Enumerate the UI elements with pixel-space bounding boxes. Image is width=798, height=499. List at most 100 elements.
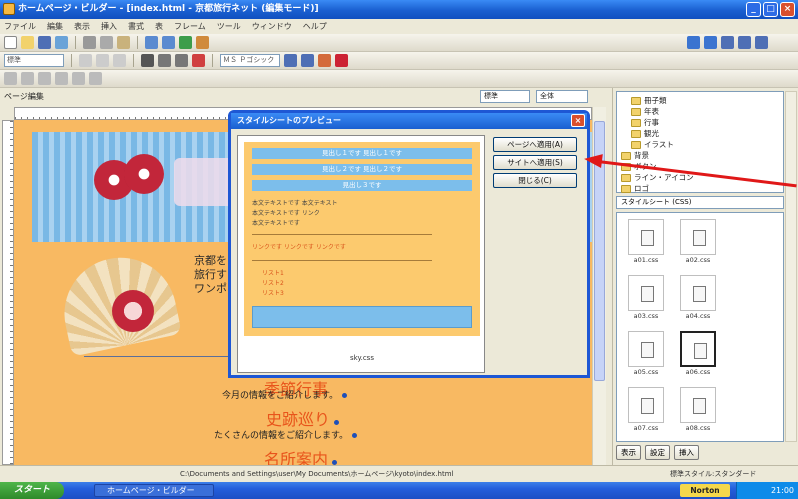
panel-settings-button[interactable]: 設定 xyxy=(645,445,670,460)
maximize-button[interactable]: □ xyxy=(763,2,778,17)
table-icon[interactable] xyxy=(755,36,768,49)
preview-rule xyxy=(252,234,432,235)
preview-list-item: リスト1 xyxy=(262,270,284,277)
preview-heading2: 見出し２です 見出し２です xyxy=(252,164,472,175)
tab-page-edit[interactable]: ページ編集 xyxy=(4,92,44,101)
preview-icon[interactable] xyxy=(687,36,700,49)
style-icon[interactable] xyxy=(318,54,331,67)
align-center-icon[interactable] xyxy=(96,54,109,67)
radio-icon[interactable] xyxy=(72,72,85,85)
form-icon[interactable] xyxy=(4,72,17,85)
tree-item[interactable]: イラスト xyxy=(631,139,783,150)
window-title-bar[interactable]: ホームページ・ビルダー - [index.html - 京都旅行ネット (編集モ… xyxy=(0,0,798,19)
dialog-title-bar[interactable]: スタイルシートのプレビュー xyxy=(231,113,587,129)
tree-item[interactable]: 観光 xyxy=(631,128,783,139)
clock: 21:00 xyxy=(770,486,794,495)
taskbar-app-button[interactable]: ホームページ・ビルダー xyxy=(94,484,214,497)
preview-heading3: 見出し３です xyxy=(252,180,472,191)
panel-scrollbar[interactable] xyxy=(785,91,797,442)
apply-site-button[interactable]: サイトへ適用(S) xyxy=(493,155,577,170)
print-icon[interactable] xyxy=(55,36,68,49)
numbered-list-icon[interactable] xyxy=(301,54,314,67)
paste-icon[interactable] xyxy=(117,36,130,49)
dialog-close-button[interactable]: 閉じる(C) xyxy=(493,173,577,188)
panel-insert-button[interactable]: 挿入 xyxy=(674,445,699,460)
css-thumbnail[interactable]: a03.css xyxy=(625,275,667,321)
panel-buttons: 表示 設定 挿入 xyxy=(616,445,784,461)
menu-edit[interactable]: 編集 xyxy=(47,19,63,34)
copy-icon[interactable] xyxy=(100,36,113,49)
format-select[interactable]: 標準 xyxy=(4,54,64,67)
align-right-icon[interactable] xyxy=(113,54,126,67)
new-page-icon[interactable] xyxy=(4,36,17,49)
tree-item[interactable]: 行事 xyxy=(631,117,783,128)
menu-file[interactable]: ファイル xyxy=(4,19,36,34)
image-icon[interactable] xyxy=(196,36,209,49)
menu-view[interactable]: 表示 xyxy=(74,19,90,34)
font-select[interactable]: ＭＳ Ｐゴシック xyxy=(220,54,280,67)
menu-insert[interactable]: 挿入 xyxy=(101,19,117,34)
css-thumbnail-selected[interactable]: a06.css xyxy=(677,331,719,377)
checkbox-icon[interactable] xyxy=(55,72,68,85)
object-toolbar xyxy=(0,70,798,88)
section-text: たくさんの情報をご紹介します。 xyxy=(214,428,358,441)
preview-heading1: 見出し１です 見出し１です xyxy=(252,148,472,159)
preview-canvas: 見出し１です 見出し１です 見出し２です 見出し２です 見出し３です 本文テキス… xyxy=(244,142,480,336)
css-category-select[interactable]: スタイルシート (CSS) xyxy=(616,196,784,209)
css-thumbnail[interactable]: a04.css xyxy=(677,275,719,321)
stylesheet-preview-dialog: スタイルシートのプレビュー × 見出し１です 見出し１です 見出し２です 見出し… xyxy=(228,110,590,378)
apply-page-button[interactable]: ページへ適用(A) xyxy=(493,137,577,152)
tree-item[interactable]: ロゴ xyxy=(621,183,783,194)
special-effect-icon[interactable] xyxy=(335,54,348,67)
menu-window[interactable]: ウィンドウ xyxy=(252,19,292,34)
toolbar-separator xyxy=(137,36,138,49)
save-icon[interactable] xyxy=(38,36,51,49)
undo-icon[interactable] xyxy=(145,36,158,49)
align-left-icon[interactable] xyxy=(79,54,92,67)
dialog-close-icon[interactable]: × xyxy=(571,114,585,127)
link-icon[interactable] xyxy=(179,36,192,49)
tree-item[interactable]: 年表 xyxy=(631,106,783,117)
css-thumbnail[interactable]: a01.css xyxy=(625,219,667,265)
start-button[interactable]: スタート xyxy=(0,482,64,499)
site-view-icon[interactable] xyxy=(721,36,734,49)
menu-frame[interactable]: フレーム xyxy=(174,19,206,34)
tree-item[interactable]: 背景 xyxy=(621,150,783,161)
css-thumbnail[interactable]: a02.css xyxy=(677,219,719,265)
app-icon[interactable] xyxy=(3,3,15,15)
zoom-select[interactable]: 標準 xyxy=(480,90,530,103)
folder-icon xyxy=(621,151,631,160)
layer-icon[interactable] xyxy=(89,72,102,85)
css-thumbnail[interactable]: a08.css xyxy=(677,387,719,433)
css-thumbnail[interactable]: a07.css xyxy=(625,387,667,433)
redo-icon[interactable] xyxy=(162,36,175,49)
status-bar: C:\Documents and Settings\user\My Docume… xyxy=(0,465,798,482)
norton-tray-icon[interactable]: Norton xyxy=(680,484,730,497)
style-status: 標準スタイル:スタンダード xyxy=(670,470,757,478)
open-folder-icon[interactable] xyxy=(21,36,34,49)
preview-list-item: リスト3 xyxy=(262,290,284,297)
menu-table[interactable]: 表 xyxy=(155,19,163,34)
tree-item[interactable]: 冊子類 xyxy=(631,95,783,106)
css-thumbnail[interactable]: a05.css xyxy=(625,331,667,377)
bullet-list-icon[interactable] xyxy=(284,54,297,67)
close-button[interactable]: × xyxy=(780,2,795,17)
font-color-icon[interactable] xyxy=(192,54,205,67)
bold-icon[interactable] xyxy=(141,54,154,67)
menu-format[interactable]: 書式 xyxy=(128,19,144,34)
menu-help[interactable]: ヘルプ xyxy=(303,19,327,34)
panel-view-button[interactable]: 表示 xyxy=(616,445,641,460)
file-icon xyxy=(680,331,716,367)
file-icon xyxy=(680,219,716,255)
textbox-icon[interactable] xyxy=(38,72,51,85)
underline-icon[interactable] xyxy=(175,54,188,67)
button-icon[interactable] xyxy=(21,72,34,85)
grid-icon[interactable] xyxy=(738,36,751,49)
minimize-button[interactable]: _ xyxy=(746,2,761,17)
italic-icon[interactable] xyxy=(158,54,171,67)
display-select[interactable]: 全体 xyxy=(536,90,588,103)
cut-icon[interactable] xyxy=(83,36,96,49)
file-icon xyxy=(628,275,664,311)
publish-icon[interactable] xyxy=(704,36,717,49)
menu-tools[interactable]: ツール xyxy=(217,19,241,34)
